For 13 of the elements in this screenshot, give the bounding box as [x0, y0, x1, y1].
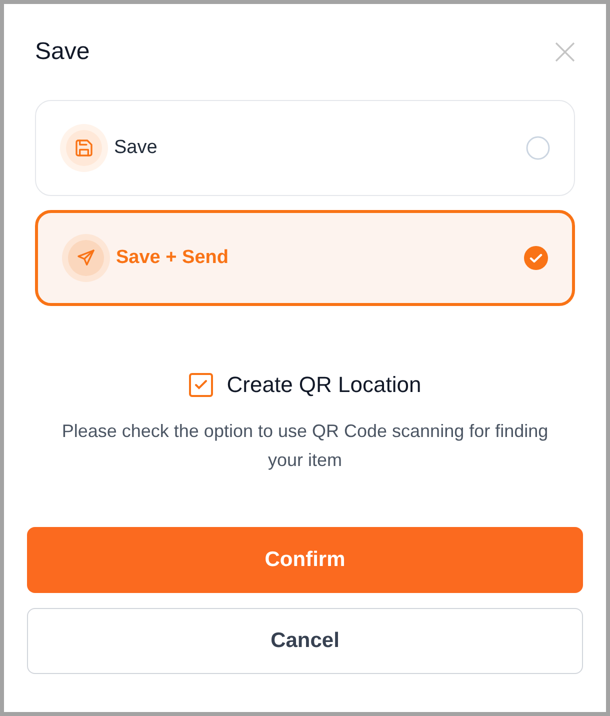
checkbox-label: Create QR Location	[226, 371, 422, 399]
radio-checked-icon[interactable]	[524, 246, 548, 270]
checkmark-icon	[194, 378, 208, 392]
radio-button[interactable]	[526, 136, 550, 160]
paper-plane-icon	[76, 248, 96, 268]
hint-text: Please check the option to use QR Code scanning for finding your item	[60, 420, 550, 472]
option-card[interactable]: Save	[35, 100, 575, 196]
dialog-title: Save	[35, 37, 90, 67]
close-icon	[555, 42, 575, 62]
cancel-button[interactable]: Cancel	[27, 608, 583, 674]
option-label: Save + Send	[116, 246, 228, 270]
option-label: Save	[114, 136, 158, 160]
checkbox[interactable]	[188, 372, 213, 396]
